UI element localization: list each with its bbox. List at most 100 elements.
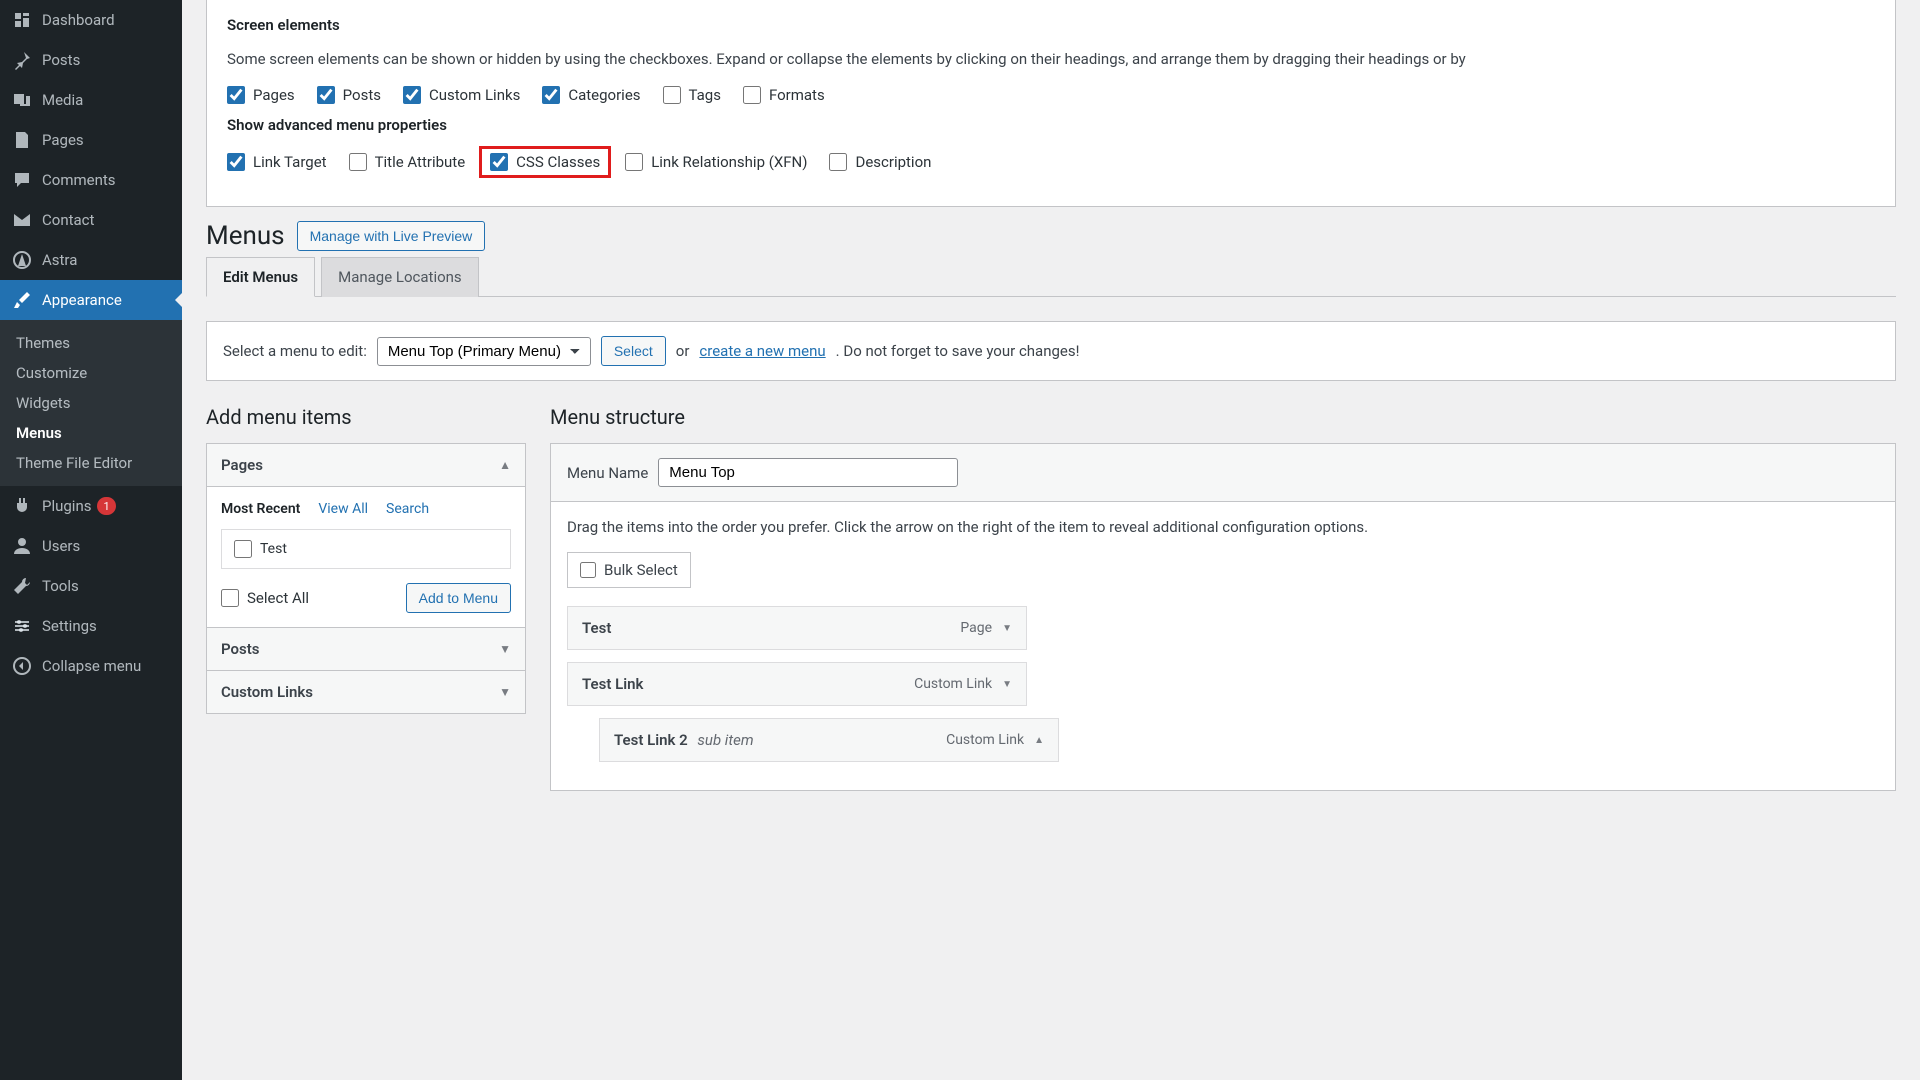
page-heading-row: Menus Manage with Live Preview (182, 207, 1920, 257)
sidebar-item-pages[interactable]: Pages (0, 120, 182, 160)
accordion-posts: Posts ▼ (206, 627, 526, 671)
accordion-pages-title: Pages (221, 456, 263, 474)
submenu-themes[interactable]: Themes (0, 328, 182, 358)
add-to-menu-button[interactable]: Add to Menu (406, 583, 511, 613)
accordion-pages: Pages ▲ Most Recent View All Search Test (206, 443, 526, 628)
accordion-posts-header[interactable]: Posts ▼ (207, 628, 525, 670)
checkbox-pages[interactable]: Pages (227, 86, 295, 104)
checkbox-posts[interactable]: Posts (317, 86, 381, 104)
accordion-pages-header[interactable]: Pages ▲ (207, 444, 525, 486)
mail-icon (12, 210, 32, 230)
sidebar-item-posts[interactable]: Posts (0, 40, 182, 80)
sidebar-item-comments[interactable]: Comments (0, 160, 182, 200)
accordion-posts-title: Posts (221, 640, 259, 658)
advanced-props-checkboxes: Link Target Title Attribute CSS Classes … (227, 150, 1875, 174)
main-content: Screen elements Some screen elements can… (182, 0, 1920, 1080)
appearance-submenu: Themes Customize Widgets Menus Theme Fil… (0, 320, 182, 486)
sidebar-item-media[interactable]: Media (0, 80, 182, 120)
checkbox-link-relationship[interactable]: Link Relationship (XFN) (625, 153, 807, 171)
select-menu-bar: Select a menu to edit: Menu Top (Primary… (206, 321, 1896, 381)
tab-search[interactable]: Search (386, 501, 429, 517)
checkbox-custom-links[interactable]: Custom Links (403, 86, 520, 104)
accordion-custom-links-title: Custom Links (221, 683, 313, 701)
bulk-select[interactable]: Bulk Select (567, 552, 691, 588)
submenu-widgets[interactable]: Widgets (0, 388, 182, 418)
sidebar-item-dashboard[interactable]: Dashboard (0, 0, 182, 40)
menu-name-input[interactable] (658, 458, 958, 487)
sidebar-item-users[interactable]: Users (0, 526, 182, 566)
tab-manage-locations[interactable]: Manage Locations (321, 257, 479, 297)
chevron-down-icon[interactable]: ▼ (1002, 623, 1012, 634)
checkbox-css-classes[interactable]: CSS Classes (490, 153, 600, 171)
plugin-icon (12, 496, 32, 516)
add-menu-items-column: Add menu items Pages ▲ Most Recent View … (206, 405, 526, 791)
sidebar-item-collapse[interactable]: Collapse menu (0, 646, 182, 686)
sidebar-label: Appearance (42, 291, 122, 309)
add-menu-items-heading: Add menu items (206, 405, 526, 429)
sidebar-label: Settings (42, 617, 97, 635)
checkbox-link-target[interactable]: Link Target (227, 153, 327, 171)
sidebar-label: Comments (42, 171, 116, 189)
tab-view-all[interactable]: View All (318, 501, 368, 517)
menu-columns: Add menu items Pages ▲ Most Recent View … (182, 381, 1920, 815)
sidebar-item-tools[interactable]: Tools (0, 566, 182, 606)
menu-select[interactable]: Menu Top (Primary Menu) (377, 337, 591, 366)
menu-item-title: Test Link (582, 675, 643, 693)
checkbox-description[interactable]: Description (829, 153, 931, 171)
sidebar-item-astra[interactable]: Astra (0, 240, 182, 280)
select-button[interactable]: Select (601, 336, 666, 366)
accordion-custom-links: Custom Links ▼ (206, 670, 526, 714)
select-all-pages[interactable]: Select All (221, 589, 309, 607)
sidebar-item-appearance[interactable]: Appearance (0, 280, 182, 320)
advanced-props-heading: Show advanced menu properties (227, 116, 1875, 134)
menu-structure-box: Menu Name Drag the items into the order … (550, 443, 1896, 791)
checkbox-tags[interactable]: Tags (663, 86, 721, 104)
menu-item-meta: Page ▼ (960, 620, 1012, 636)
chevron-down-icon: ▼ (499, 685, 511, 699)
submenu-menus[interactable]: Menus (0, 418, 182, 448)
brush-icon (12, 290, 32, 310)
sidebar-item-settings[interactable]: Settings (0, 606, 182, 646)
accordion-custom-links-header[interactable]: Custom Links ▼ (207, 671, 525, 713)
page-title: Menus (206, 221, 285, 251)
screen-element-checkboxes: Pages Posts Custom Links Categories Tags… (227, 86, 1875, 104)
dashboard-icon (12, 10, 32, 30)
menu-item-test-link[interactable]: Test Link Custom Link ▼ (567, 662, 1027, 706)
checkbox-categories[interactable]: Categories (542, 86, 640, 104)
or-text: or (676, 342, 690, 360)
screen-options-panel: Screen elements Some screen elements can… (206, 0, 1896, 207)
sidebar-label: Pages (42, 131, 84, 149)
screen-elements-desc: Some screen elements can be shown or hid… (227, 50, 1875, 68)
checkbox-formats[interactable]: Formats (743, 86, 825, 104)
create-new-menu-link[interactable]: create a new menu (699, 342, 825, 360)
plugins-badge: 1 (97, 497, 115, 515)
menu-item-meta: Custom Link ▼ (914, 676, 1012, 692)
tab-edit-menus[interactable]: Edit Menus (206, 257, 315, 297)
menu-name-label: Menu Name (567, 464, 648, 482)
menu-item-test[interactable]: Test Page ▼ (567, 606, 1027, 650)
pin-icon (12, 50, 32, 70)
user-icon (12, 536, 32, 556)
highlight-css-classes: CSS Classes (479, 146, 611, 178)
menu-item-test-link-2[interactable]: Test Link 2 sub item Custom Link ▲ (599, 718, 1059, 762)
chevron-up-icon[interactable]: ▲ (1034, 735, 1044, 746)
page-item-test[interactable]: Test (234, 540, 498, 558)
chevron-up-icon: ▲ (499, 458, 511, 472)
sidebar-label: Collapse menu (42, 657, 141, 675)
checkbox-title-attribute[interactable]: Title Attribute (349, 153, 466, 171)
submenu-customize[interactable]: Customize (0, 358, 182, 388)
submenu-theme-file-editor[interactable]: Theme File Editor (0, 448, 182, 478)
sidebar-item-contact[interactable]: Contact (0, 200, 182, 240)
menu-structure-heading: Menu structure (550, 405, 1896, 429)
live-preview-button[interactable]: Manage with Live Preview (297, 221, 486, 251)
chevron-down-icon[interactable]: ▼ (1002, 679, 1012, 690)
astra-icon (12, 250, 32, 270)
menu-structure-column: Menu structure Menu Name Drag the items … (550, 405, 1896, 791)
sidebar-label: Astra (42, 251, 77, 269)
sidebar-item-plugins[interactable]: Plugins 1 (0, 486, 182, 526)
menu-item-subtext: sub item (697, 731, 753, 749)
tab-most-recent[interactable]: Most Recent (221, 501, 300, 517)
menu-structure-body: Drag the items into the order you prefer… (551, 502, 1895, 790)
media-icon (12, 90, 32, 110)
select-menu-prompt: Select a menu to edit: (223, 342, 367, 360)
